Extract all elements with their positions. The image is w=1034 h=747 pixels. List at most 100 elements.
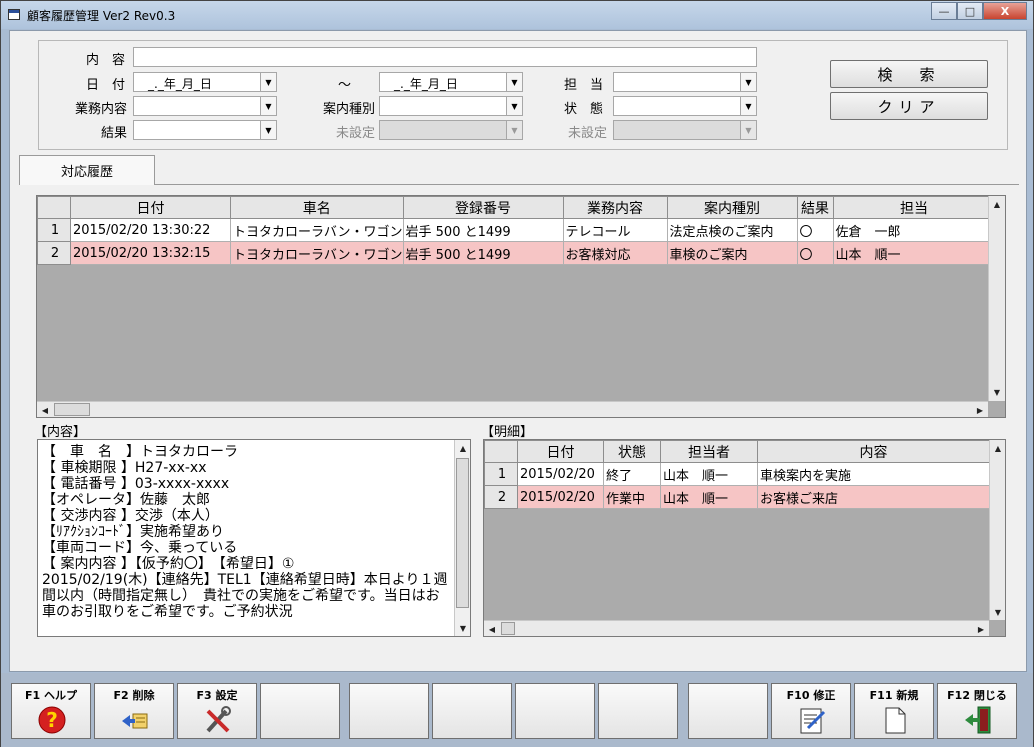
detail-header-row: 日付 状態 担当者 内容 — [484, 440, 990, 463]
cell-content: 車検案内を実施 — [757, 462, 990, 486]
column-header[interactable]: 日付 — [70, 196, 231, 219]
column-header[interactable]: 結果 — [796, 196, 834, 219]
row-header-corner — [484, 440, 518, 463]
cell-tantou: 山本 順一 — [832, 241, 996, 265]
column-header[interactable]: 担当 — [832, 196, 996, 219]
f1-help-button[interactable]: F1 ヘルプ ? — [11, 683, 91, 739]
f5-empty-button[interactable] — [349, 683, 429, 739]
table-row[interactable]: 2 2015/02/20 13:32:15 トヨタカローラバン・ワゴン 岩手 5… — [37, 241, 1002, 265]
scroll-thumb[interactable] — [501, 622, 515, 635]
row-number: 1 — [484, 462, 518, 486]
history-hscrollbar[interactable]: ◀ ▶ — [37, 401, 988, 417]
scroll-right-icon[interactable]: ▶ — [973, 621, 989, 636]
cell-content: お客様ご来店 — [757, 485, 990, 509]
tantou-select[interactable]: ▼ — [613, 72, 757, 92]
chevron-down-icon[interactable]: ▼ — [740, 97, 756, 115]
cell-date: 2015/02/20 13:30:22 — [70, 218, 231, 242]
column-header[interactable]: 状態 — [603, 440, 661, 463]
history-vscrollbar[interactable]: ▲ ▼ — [988, 196, 1005, 401]
date-to-picker[interactable]: _._年_月_日 ▼ — [379, 72, 523, 92]
scroll-thumb[interactable] — [54, 403, 90, 416]
column-header[interactable]: 内容 — [757, 440, 990, 463]
scroll-up-icon[interactable]: ▲ — [455, 440, 470, 456]
edit-document-icon — [800, 708, 826, 734]
column-header[interactable]: 業務内容 — [562, 196, 668, 219]
cell-annai: 法定点検のご案内 — [666, 218, 798, 242]
close-window-button[interactable]: X — [983, 2, 1027, 20]
f8-empty-button[interactable] — [598, 683, 678, 739]
cell-status: 作業中 — [603, 485, 661, 509]
window-title: 顧客履歴管理 Ver2 Rev0.3 — [27, 9, 176, 23]
scroll-left-icon[interactable]: ◀ — [484, 621, 500, 636]
chevron-down-icon[interactable]: ▼ — [260, 121, 276, 139]
scroll-right-icon[interactable]: ▶ — [972, 402, 988, 417]
history-header-row: 日付 車名 登録番号 業務内容 案内種別 結果 担当 — [37, 196, 1002, 219]
cell-kekka: 〇 — [796, 241, 834, 265]
detail-hscrollbar[interactable]: ◀ ▶ — [484, 620, 989, 636]
column-header[interactable]: 案内種別 — [666, 196, 798, 219]
f4-empty-button[interactable] — [260, 683, 340, 739]
f12-close-button[interactable]: F12 閉じる — [937, 683, 1017, 739]
chevron-down-icon[interactable]: ▼ — [260, 97, 276, 115]
content-memo[interactable]: 【 車 名 】トヨタカローラ 【 車検期限 】H27-xx-xx 【 電話番号 … — [37, 439, 471, 637]
content-text: 【 車 名 】トヨタカローラ 【 車検期限 】H27-xx-xx 【 電話番号 … — [42, 444, 448, 620]
scroll-thumb[interactable] — [456, 458, 469, 608]
f11-label: F11 新規 — [869, 689, 919, 702]
table-row[interactable]: 1 2015/02/20 13:30:22 トヨタカローラバン・ワゴン 岩手 5… — [37, 218, 1002, 242]
f3-settings-button[interactable]: F3 設定 — [177, 683, 257, 739]
f10-label: F10 修正 — [786, 689, 836, 702]
cell-date: 2015/02/20 — [517, 485, 604, 509]
tab-history[interactable]: 対応履歴 — [19, 155, 155, 185]
kekka-select[interactable]: ▼ — [133, 120, 277, 140]
gyoumu-select[interactable]: ▼ — [133, 96, 277, 116]
chevron-down-icon[interactable]: ▼ — [740, 73, 756, 91]
scroll-down-icon[interactable]: ▼ — [455, 620, 470, 636]
caption-buttons: — □ X — [931, 2, 1027, 20]
memo-vscrollbar[interactable]: ▲ ▼ — [454, 440, 470, 636]
f7-empty-button[interactable] — [515, 683, 595, 739]
tantou-label: 担 当 — [563, 78, 603, 93]
table-row[interactable]: 2 2015/02/20 作業中 山本 順一 お客様ご来店 — [484, 485, 990, 509]
cell-kekka: 〇 — [796, 218, 834, 242]
clear-button[interactable]: クリア — [830, 92, 988, 120]
f2-label: F2 削除 — [113, 689, 155, 702]
f11-new-button[interactable]: F11 新規 — [854, 683, 934, 739]
f2-delete-button[interactable]: F2 削除 — [94, 683, 174, 739]
maximize-button[interactable]: □ — [957, 2, 983, 20]
chevron-down-icon[interactable]: ▼ — [506, 73, 522, 91]
scroll-up-icon[interactable]: ▲ — [990, 440, 1005, 456]
hizuke-label: 日 付 — [85, 78, 125, 93]
misettei-select-1: ▼ — [379, 120, 523, 140]
column-header[interactable]: 車名 — [230, 196, 404, 219]
delete-arrow-icon — [122, 713, 148, 729]
misettei-select-2: ▼ — [613, 120, 757, 140]
scroll-down-icon[interactable]: ▼ — [990, 604, 1005, 620]
joutai-label: 状 態 — [563, 102, 603, 117]
minimize-button[interactable]: — — [931, 2, 957, 20]
history-grid: 日付 車名 登録番号 業務内容 案内種別 結果 担当 1 2015/02/20 … — [36, 195, 1006, 418]
search-button[interactable]: 検 索 — [830, 60, 988, 88]
f9-empty-button[interactable] — [688, 683, 768, 739]
table-row[interactable]: 1 2015/02/20 終了 山本 順一 車検案内を実施 — [484, 462, 990, 486]
column-header[interactable]: 日付 — [517, 440, 604, 463]
f10-edit-button[interactable]: F10 修正 — [771, 683, 851, 739]
column-header[interactable]: 登録番号 — [402, 196, 564, 219]
chevron-down-icon[interactable]: ▼ — [506, 97, 522, 115]
detail-vscrollbar[interactable]: ▲ ▼ — [989, 440, 1005, 620]
joutai-select[interactable]: ▼ — [613, 96, 757, 116]
scroll-left-icon[interactable]: ◀ — [37, 402, 53, 417]
annai-select[interactable]: ▼ — [379, 96, 523, 116]
naiyou-input[interactable] — [133, 47, 757, 67]
chevron-down-icon[interactable]: ▼ — [260, 73, 276, 91]
column-header[interactable]: 担当者 — [660, 440, 758, 463]
cell-date: 2015/02/20 13:32:15 — [70, 241, 231, 265]
scroll-down-icon[interactable]: ▼ — [989, 384, 1005, 400]
f6-empty-button[interactable] — [432, 683, 512, 739]
scroll-up-icon[interactable]: ▲ — [989, 196, 1005, 212]
date-from-picker[interactable]: _._年_月_日 ▼ — [133, 72, 277, 92]
gyoumu-label: 業務内容 — [74, 102, 127, 117]
detail-label: 【明細】 — [481, 425, 534, 440]
title-bar[interactable]: 顧客履歴管理 Ver2 Rev0.3 — □ X — [1, 1, 1033, 29]
app-window: 顧客履歴管理 Ver2 Rev0.3 — □ X 内 容 日 付 _._年_月_… — [0, 0, 1034, 747]
misettei-label-1: 未設定 — [335, 126, 375, 141]
